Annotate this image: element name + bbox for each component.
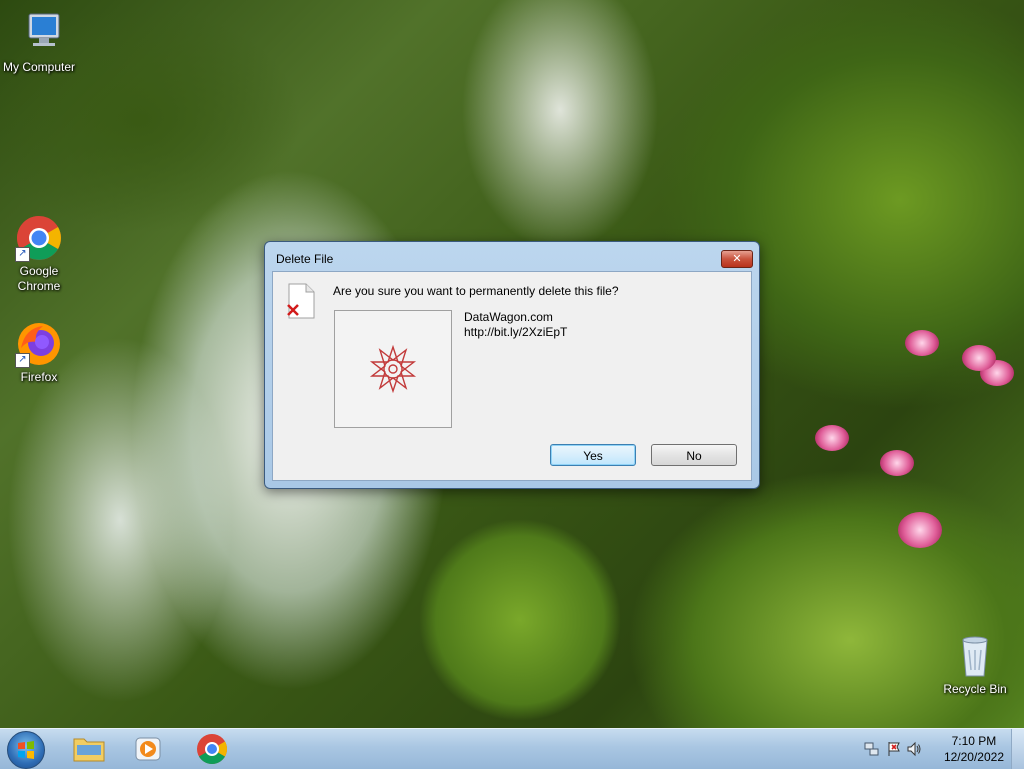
desktop-icon-label: Recycle Bin: [943, 682, 1007, 696]
desktop-icon-my-computer[interactable]: My Computer: [1, 10, 77, 75]
clock-date: 12/20/2022: [943, 750, 1004, 764]
close-button[interactable]: ✕: [721, 250, 753, 268]
taskbar-explorer-button[interactable]: [62, 731, 116, 767]
network-icon[interactable]: [864, 741, 880, 757]
yes-button[interactable]: Yes: [550, 444, 636, 466]
start-button[interactable]: [7, 731, 45, 769]
media-player-icon: [135, 737, 161, 761]
desktop-icon-recycle-bin[interactable]: Recycle Bin: [937, 632, 1013, 697]
flower-decoration: [962, 345, 996, 371]
delete-file-icon: [287, 283, 315, 319]
taskbar-chrome-button[interactable]: [185, 731, 239, 767]
dialog-titlebar[interactable]: Delete File ✕: [265, 242, 759, 272]
shortcut-arrow-icon: ↗: [15, 353, 30, 368]
star-pattern-icon: [369, 345, 417, 393]
flower-decoration: [815, 425, 849, 451]
taskbar-media-player-button[interactable]: [121, 731, 175, 767]
clock-time: 7:10 PM: [951, 734, 997, 748]
windows-logo-icon: [18, 741, 34, 759]
flower-decoration: [905, 330, 939, 356]
system-tray: 7:10 PM 12/20/2022: [854, 729, 1024, 769]
desktop-icon-label: My Computer: [2, 60, 76, 74]
desktop-icon-firefox[interactable]: ↗ Firefox: [1, 320, 77, 385]
show-desktop-button[interactable]: [1011, 729, 1024, 769]
folder-icon: [73, 738, 105, 762]
file-preview: [334, 310, 452, 428]
delete-file-dialog: Delete File ✕ Are you sure you want to p…: [264, 241, 760, 489]
dialog-body: Are you sure you want to permanently del…: [272, 271, 752, 481]
flower-decoration: [880, 450, 914, 476]
desktop-icon-google-chrome[interactable]: ↗ Google Chrome: [1, 214, 77, 294]
shortcut-arrow-icon: ↗: [15, 247, 30, 262]
firefox-icon: ↗: [15, 320, 63, 368]
desktop-icon-label: Firefox: [20, 370, 58, 384]
volume-icon[interactable]: [906, 741, 922, 757]
dialog-title: Delete File: [276, 252, 334, 266]
action-center-flag-icon[interactable]: [886, 741, 902, 757]
desktop-icon-label: Google Chrome: [17, 264, 61, 293]
recycle-bin-icon: [951, 632, 999, 680]
chrome-icon: ↗: [15, 214, 63, 262]
clock[interactable]: 7:10 PM 12/20/2022: [944, 733, 1004, 765]
taskbar: 7:10 PM 12/20/2022: [0, 728, 1024, 769]
computer-icon: [15, 10, 63, 58]
no-button[interactable]: No: [651, 444, 737, 466]
file-name: DataWagon.com: [464, 310, 553, 324]
confirm-message: Are you sure you want to permanently del…: [333, 284, 619, 298]
chrome-icon: [197, 734, 228, 765]
file-url: http://bit.ly/2XziEpT: [464, 325, 568, 339]
flower-decoration: [898, 512, 942, 548]
